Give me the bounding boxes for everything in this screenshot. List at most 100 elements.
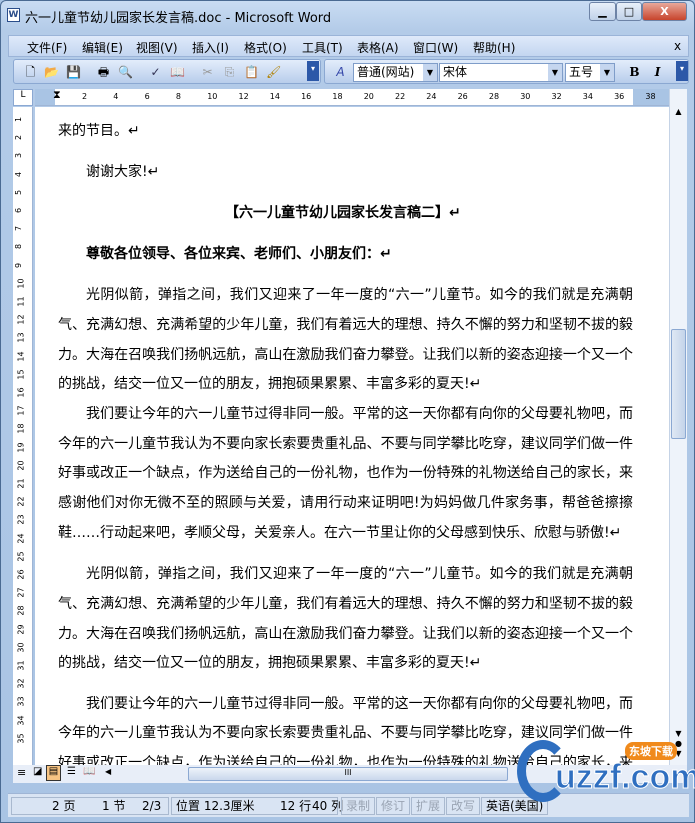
ruler-tick-label: 30: [16, 642, 26, 653]
normal-view-icon[interactable]: ≡: [17, 766, 26, 779]
document-page[interactable]: 来的节目。↵ 谢谢大家!↵ 【六一儿童节幼儿园家长发言稿二】↵ 尊敬各位领导、各位来宾…: [35, 107, 669, 765]
save-icon[interactable]: 💾: [66, 65, 81, 80]
ruler-tick-label: 17: [16, 405, 26, 416]
word-app-icon: W: [7, 8, 20, 22]
ruler-tick-label: 21: [16, 478, 26, 489]
print-layout-view-icon[interactable]: ▤: [46, 765, 61, 781]
ruler-tick-label: 38: [645, 92, 656, 101]
ruler-tick-label: 20: [16, 460, 26, 471]
menu-help[interactable]: 帮助(H): [473, 39, 515, 56]
word-window: W 六一儿童节幼儿园家长发言稿.doc - Microsoft Word ▁ □…: [0, 0, 695, 823]
font-select[interactable]: 宋体 ▼: [439, 63, 563, 82]
scroll-thumb[interactable]: [671, 329, 686, 439]
format-painter-icon[interactable]: 🖌: [266, 65, 281, 80]
menu-table[interactable]: 表格(A): [357, 39, 399, 56]
ruler-tick-label: 16: [301, 92, 312, 101]
document-line: 的挑战，结交一位又一位的朋友，拥抱硕果累累、丰富多彩的夏天!↵: [58, 655, 482, 671]
menu-format[interactable]: 格式(O): [244, 39, 287, 56]
ruler-tick-label: 14: [269, 92, 280, 101]
close-button[interactable]: X: [642, 2, 687, 21]
ruler-tick-label: 11: [16, 296, 26, 307]
ruler-tick-label: 28: [488, 92, 500, 101]
ruler-tick-label: 12: [16, 314, 26, 325]
styles-icon[interactable]: A: [333, 65, 348, 80]
document-line: 气、充满幻想、充满希望的少年儿童，我们有着远大的理想、持久不懈的努力和坚韧不拔的…: [58, 596, 633, 612]
menu-close-doc[interactable]: x: [674, 39, 681, 53]
horizontal-ruler[interactable]: ⧗ 24681012141618202224262830323436384042: [35, 88, 687, 106]
font-value: 宋体: [443, 65, 468, 79]
ruler-tick-label: 26: [16, 569, 26, 580]
web-view-icon[interactable]: ◪: [33, 766, 42, 777]
font-size-select[interactable]: 五号 ▼: [565, 63, 615, 82]
document-line: 今年的六一儿童节我认为不要向家长索要贵重礼品、不要与同学攀比吃穿，建议同学们做一…: [58, 436, 633, 452]
status-track-changes[interactable]: 修订: [376, 797, 411, 815]
print-preview-icon[interactable]: 🔍: [118, 65, 133, 80]
toolbar-options-icon[interactable]: ▾: [676, 61, 688, 81]
new-icon[interactable]: 🗋: [23, 65, 38, 80]
status-page: 2 页: [52, 799, 76, 813]
window-title: 六一儿童节幼儿园家长发言稿.doc - Microsoft Word: [25, 11, 332, 26]
ruler-tick-label: 32: [16, 678, 26, 689]
cut-icon[interactable]: ✂: [200, 65, 215, 80]
vertical-ruler[interactable]: 1 2 3 4 5 6 7 8 9 10 11 12 13 14 15 16 17 18 19 20 21 22 23 24 2…: [13, 107, 33, 765]
ruler-tick-label: 14: [16, 351, 26, 362]
ruler-tick-label: 34: [16, 715, 26, 726]
horizontal-scroll-thumb[interactable]: III: [188, 767, 508, 781]
menu-view[interactable]: 视图(V): [136, 39, 178, 56]
document-line: 的挑战，结交一位又一位的朋友，拥抱硕果累累、丰富多彩的夏天!↵: [58, 376, 482, 392]
ruler-tick-label: 1: [14, 116, 24, 123]
menu-tools[interactable]: 工具(T): [302, 39, 343, 56]
document-line: 【六一儿童节幼儿园家长发言稿二】↵: [225, 205, 461, 221]
ruler-tick-label: 22: [395, 92, 406, 101]
document-line: 力。大海在召唤我们扬帆远航，高山在激励我们奋力攀登。让我们以新的姿态迎接一个又一…: [58, 626, 633, 642]
paste-icon[interactable]: 📋: [244, 65, 259, 80]
document-line: 光阴似箭，弹指之间，我们又迎来了一年一度的“六一”儿童节。如今的我们就是充满朝: [86, 287, 633, 303]
indent-marker[interactable]: ⧗: [53, 88, 61, 102]
menu-window[interactable]: 窗口(W): [413, 39, 458, 56]
menu-insert[interactable]: 插入(I): [192, 39, 229, 56]
research-icon[interactable]: 📖: [170, 65, 185, 80]
bold-button[interactable]: B: [627, 65, 642, 80]
chevron-down-icon: ▼: [600, 64, 614, 81]
status-page-info: 2 页 1 节 2/3: [11, 797, 169, 815]
menu-edit[interactable]: 编辑(E): [82, 39, 123, 56]
ruler-tick-label: 2: [14, 135, 24, 141]
ruler-tick-label: 8: [14, 244, 24, 250]
ruler-tick-label: 32: [551, 92, 562, 101]
chevron-down-icon: ▼: [548, 64, 562, 81]
status-pages: 2/3: [142, 799, 162, 813]
ruler-tick-label: 12: [238, 92, 249, 101]
vertical-scrollbar[interactable]: ▲ ▼ ● ▼: [669, 89, 687, 765]
ruler-tick-label: 33: [16, 696, 26, 707]
tab-selector[interactable]: L: [13, 89, 33, 106]
maximize-button[interactable]: □: [616, 2, 642, 21]
status-extend[interactable]: 扩展: [411, 797, 446, 815]
toolbar-options-icon[interactable]: ▾: [307, 61, 319, 81]
document-line: 我们要让今年的六一儿童节过得非同一般。平常的这一天你都有向你的父母要礼物吧，而: [86, 406, 633, 422]
status-record[interactable]: 录制: [341, 797, 376, 815]
print-icon[interactable]: 🖶: [96, 65, 111, 80]
ruler-tick-label: 7: [14, 226, 24, 232]
spelling-icon[interactable]: ✓: [148, 65, 163, 80]
menu-file[interactable]: 文件(F): [27, 39, 67, 56]
style-select[interactable]: 普通(网站) ▼: [353, 63, 438, 82]
document-line: 鞋……行动起来吧，孝顺父母，关爱亲人。在六一节里让你的父母感到快乐、欣慰与骄傲!…: [58, 525, 622, 541]
document-line: 感谢他们对你无微不至的照顾与关爱，请用行动来证明吧!为妈妈做几件家务事，帮爸爸擦…: [58, 495, 633, 511]
status-col: 40 列: [312, 799, 344, 813]
ruler-tick-label: 19: [16, 442, 26, 453]
copy-icon[interactable]: ⎘: [222, 65, 237, 80]
status-overtype[interactable]: 改写: [446, 797, 481, 815]
minimize-button[interactable]: ▁: [589, 2, 616, 21]
ruler-tick-label: 5: [14, 189, 24, 195]
reading-view-icon[interactable]: 📖: [83, 766, 95, 777]
italic-button[interactable]: I: [650, 65, 665, 80]
ruler-tick-label: 3: [14, 153, 24, 159]
outline-view-icon[interactable]: ☰: [67, 766, 76, 777]
ruler-tick-label: 25: [16, 551, 26, 562]
open-icon[interactable]: 📂: [44, 65, 59, 80]
scroll-left-icon[interactable]: ◀: [105, 767, 111, 776]
ruler-tick-label: 23: [16, 514, 26, 525]
ruler-tick-label: 29: [16, 624, 26, 635]
scroll-up-icon[interactable]: ▲: [671, 107, 686, 121]
ruler-tick-label: 31: [16, 660, 26, 671]
